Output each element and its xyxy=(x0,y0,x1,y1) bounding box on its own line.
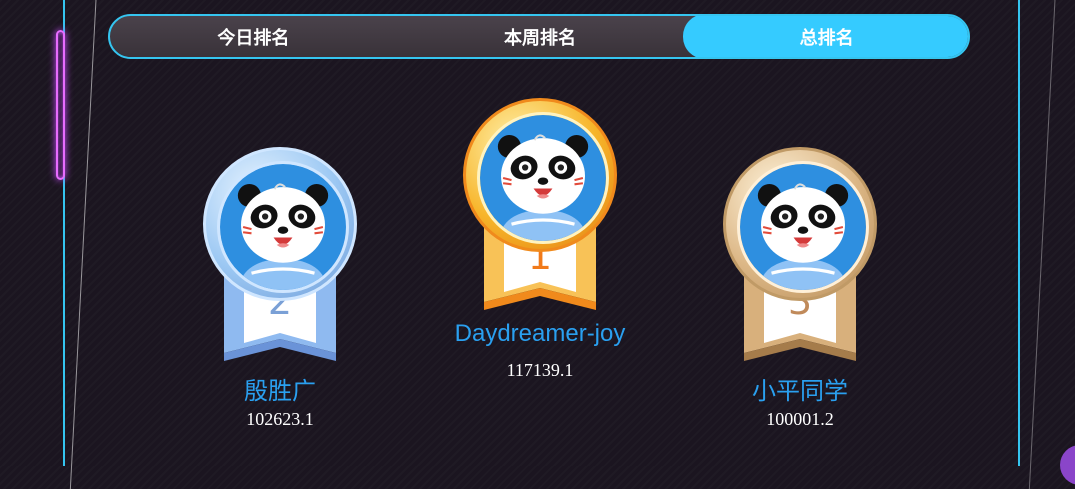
user-name: 小平同学 xyxy=(752,378,848,405)
ranking-tabs: 今日排名 本周排名 总排名 xyxy=(108,14,970,59)
podium-entry-2[interactable]: 2 殷胜广 102623.1 xyxy=(200,145,360,435)
frame-border-right xyxy=(1018,0,1020,466)
user-avatar xyxy=(737,161,869,293)
tab-total-ranking[interactable]: 总排名 xyxy=(683,16,968,57)
user-score: 100001.2 xyxy=(766,409,834,429)
podium-entry-1[interactable]: 1 Daydreamer-joy 117139.1 xyxy=(455,96,625,386)
podium-entry-3[interactable]: 3 小平同学 100001.2 xyxy=(720,145,880,435)
user-avatar xyxy=(217,161,349,293)
user-score: 117139.1 xyxy=(506,360,574,380)
user-name: 殷胜广 xyxy=(244,378,316,405)
neon-light-decoration xyxy=(56,30,65,180)
tab-weekly-ranking[interactable]: 本周排名 xyxy=(397,16,684,57)
tab-daily-ranking[interactable]: 今日排名 xyxy=(110,16,397,57)
user-score: 102623.1 xyxy=(246,409,314,429)
user-avatar xyxy=(477,112,609,244)
user-name: Daydreamer-joy xyxy=(454,320,626,347)
corner-orb-decoration xyxy=(1060,445,1075,485)
decorative-slant-line xyxy=(69,0,97,489)
decorative-slant-line xyxy=(1028,0,1056,489)
